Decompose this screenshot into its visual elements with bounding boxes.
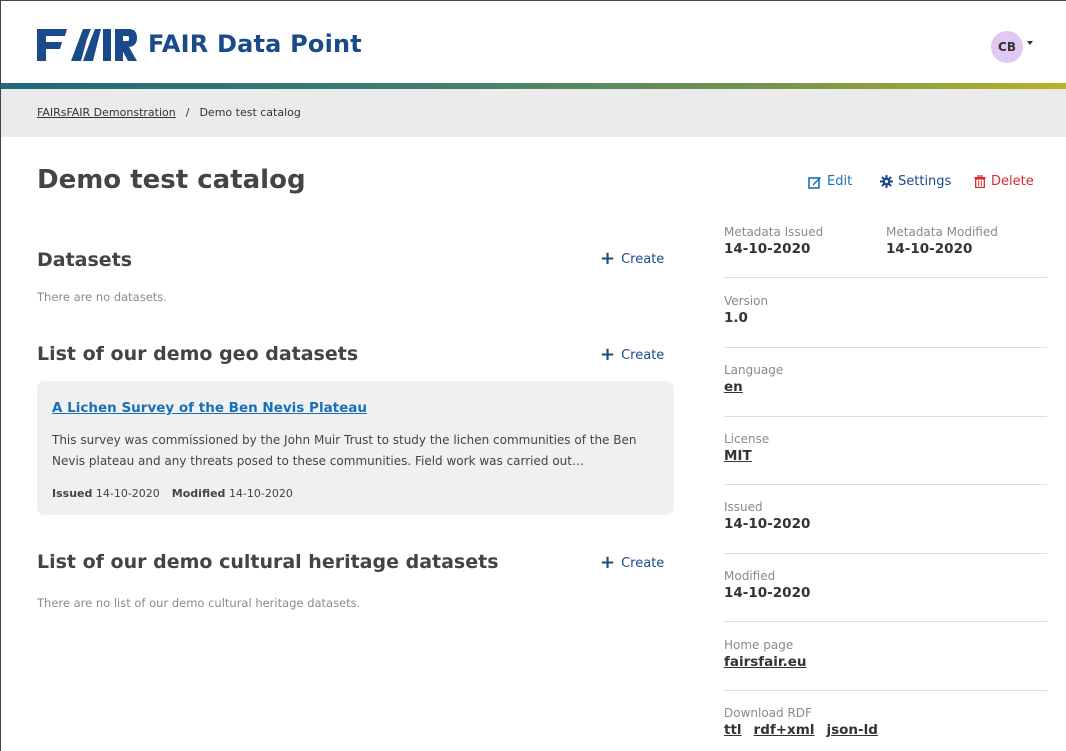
version: Version 1.0	[724, 294, 1047, 326]
homepage-label: Home page	[724, 638, 794, 652]
dataset-title-link[interactable]: A Lichen Survey of the Ben Nevis Plateau	[52, 400, 367, 416]
divider	[724, 347, 1047, 348]
create-cultural-dataset-button[interactable]: + Create	[600, 554, 664, 572]
homepage: Home page fairsfair.eu	[724, 638, 1047, 670]
breadcrumb-parent-link[interactable]: FAIRsFAIR Demonstration	[37, 106, 176, 119]
section-title-cultural-heritage: List of our demo cultural heritage datas…	[37, 551, 499, 573]
create-geo-dataset-button[interactable]: + Create	[600, 346, 664, 364]
create-label: Create	[621, 555, 665, 571]
modified: Modified 14-10-2020	[724, 569, 1047, 601]
modified-label: Modified	[171, 487, 226, 500]
breadcrumb-current: Demo test catalog	[199, 106, 301, 119]
divider	[724, 277, 1047, 278]
delete-label: Delete	[991, 174, 1034, 189]
language-link[interactable]: en	[724, 379, 1047, 395]
dataset-dates: Issued 14-10-2020 Modified 14-10-2020	[52, 487, 293, 500]
issued-value: 14-10-2020	[95, 487, 160, 500]
metadata-issued: Metadata Issued 14-10-2020	[724, 225, 874, 257]
download-jsonld-link[interactable]: json-ld	[826, 722, 877, 738]
divider	[724, 484, 1047, 485]
download-rdf-links: ttl rdf+xml json-ld	[724, 722, 1047, 738]
create-label: Create	[621, 251, 665, 267]
download-rdf-label: Download RDF	[724, 706, 812, 720]
language-label: Language	[724, 363, 784, 377]
issued-label: Issued	[52, 487, 93, 500]
dataset-card: A Lichen Survey of the Ben Nevis Plateau…	[37, 381, 674, 515]
breadcrumb: FAIRsFAIR Demonstration / Demo test cata…	[37, 106, 301, 119]
plus-icon: +	[600, 552, 616, 573]
modified-label: Modified	[724, 569, 776, 583]
divider	[724, 690, 1047, 691]
empty-state-text: There are no datasets.	[37, 290, 167, 304]
homepage-link[interactable]: fairsfair.eu	[724, 654, 1047, 670]
license-link[interactable]: MIT	[724, 448, 1047, 464]
edit-label: Edit	[827, 174, 853, 189]
metadata-issued-label: Metadata Issued	[724, 225, 824, 239]
section-title-datasets: Datasets	[37, 249, 133, 271]
delete-button[interactable]: Delete	[974, 174, 1034, 189]
divider	[724, 621, 1047, 622]
edit-button[interactable]: Edit	[808, 174, 852, 189]
app-title[interactable]: FAIR Data Point	[148, 30, 362, 58]
top-header: FAIR Data Point CB	[1, 1, 1066, 83]
user-initials: CB	[998, 40, 1016, 54]
version-value: 1.0	[724, 310, 748, 326]
metadata-modified: Metadata Modified 14-10-2020	[886, 225, 1047, 257]
download-ttl-link[interactable]: ttl	[724, 722, 742, 738]
trash-icon	[974, 175, 986, 188]
language: Language en	[724, 363, 1047, 395]
breadcrumb-separator: /	[185, 106, 190, 119]
issued-value: 14-10-2020	[724, 516, 811, 532]
divider	[724, 416, 1047, 417]
settings-button[interactable]: Settings	[880, 174, 951, 189]
download-rdf: Download RDF ttl rdf+xml json-ld	[724, 706, 1047, 738]
create-label: Create	[621, 347, 665, 363]
plus-icon: +	[600, 248, 616, 269]
modified-value: 14-10-2020	[228, 487, 293, 500]
plus-icon: +	[600, 344, 616, 365]
fair-logo[interactable]	[37, 27, 137, 63]
empty-state-text: There are no list of our demo cultural h…	[37, 596, 361, 610]
issued-label: Issued	[724, 500, 763, 514]
divider	[724, 553, 1047, 554]
section-title-geo-datasets: List of our demo geo datasets	[37, 343, 359, 365]
license: License MIT	[724, 432, 1047, 464]
page-title: Demo test catalog	[37, 165, 306, 195]
chevron-down-icon[interactable]	[1027, 41, 1033, 45]
metadata-modified-label: Metadata Modified	[886, 225, 998, 239]
dataset-description: This survey was commissioned by the John…	[52, 433, 637, 468]
issued-group: Issued 14-10-2020	[52, 487, 160, 500]
create-dataset-button[interactable]: + Create	[600, 250, 664, 268]
download-rdfxml-link[interactable]: rdf+xml	[754, 722, 815, 738]
gear-icon	[880, 175, 893, 188]
settings-label: Settings	[898, 174, 952, 189]
issued: Issued 14-10-2020	[724, 500, 1047, 532]
modified-value: 14-10-2020	[724, 585, 811, 601]
metadata-modified-value: 14-10-2020	[886, 241, 973, 257]
modified-group: Modified 14-10-2020	[172, 487, 293, 500]
metadata-issued-value: 14-10-2020	[724, 241, 811, 257]
version-label: Version	[724, 294, 769, 308]
edit-icon	[808, 176, 821, 189]
license-label: License	[724, 432, 770, 446]
user-avatar[interactable]: CB	[991, 31, 1023, 63]
